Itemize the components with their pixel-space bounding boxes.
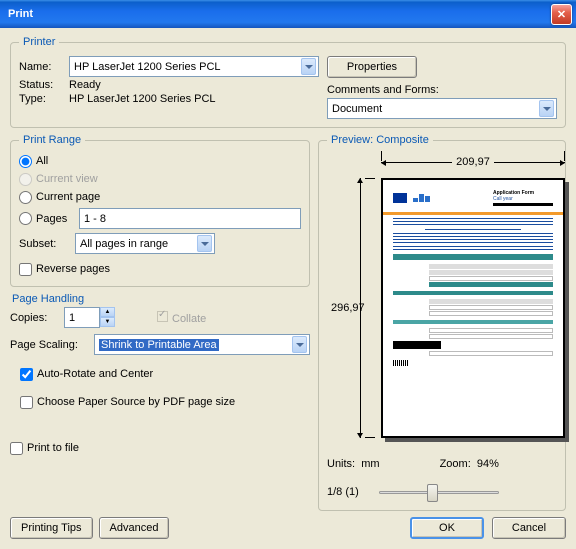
name-label: Name: (19, 61, 63, 73)
advanced-button[interactable]: Advanced (99, 517, 170, 539)
copies-spinner[interactable]: 1 ▲▼ (64, 307, 115, 328)
comments-label: Comments and Forms: (327, 84, 557, 96)
type-value: HP LaserJet 1200 Series PCL (69, 93, 216, 105)
window-title: Print (8, 8, 33, 20)
paper-source-checkbox[interactable]: Choose Paper Source by PDF page size (20, 393, 310, 411)
printer-name-select[interactable]: HP LaserJet 1200 Series PCL (69, 56, 319, 77)
status-label: Status: (19, 79, 63, 91)
eu-flag-icon (393, 193, 407, 203)
comments-select[interactable]: Document (327, 98, 557, 119)
collate-checkbox: Collate (157, 311, 206, 325)
scaling-value: Shrink to Printable Area (99, 339, 219, 351)
printer-legend: Printer (19, 36, 59, 48)
printer-name-value: HP LaserJet 1200 Series PCL (74, 61, 221, 73)
units-value: mm (361, 458, 379, 470)
print-range-group: Print Range All Current view Current pag… (10, 134, 310, 287)
scaling-label: Page Scaling: (10, 339, 88, 351)
reverse-pages-checkbox[interactable]: Reverse pages (19, 260, 301, 278)
zoom-value: 94% (477, 458, 499, 470)
radio-all[interactable]: All (19, 152, 301, 170)
print-to-file-checkbox[interactable]: Print to file (10, 439, 310, 457)
page-scaling-select[interactable]: Shrink to Printable Area (94, 334, 310, 355)
subset-label: Subset: (19, 238, 69, 250)
print-range-legend: Print Range (19, 134, 85, 146)
radio-pages[interactable]: Pages (19, 210, 73, 228)
chevron-down-icon (197, 235, 212, 252)
dim-height: 296,97 (345, 178, 375, 438)
preview-page: Application Form Call year (381, 178, 565, 438)
page-counter: 1/8 (1) (327, 486, 359, 498)
printing-tips-button[interactable]: Printing Tips (10, 517, 93, 539)
subset-select[interactable]: All pages in range (75, 233, 215, 254)
ok-button[interactable]: OK (410, 517, 484, 539)
page-slider[interactable] (379, 482, 499, 502)
status-value: Ready (69, 79, 101, 91)
chevron-down-icon (539, 100, 554, 117)
preview-group: Preview: Composite 209,97 296,97 (318, 134, 566, 511)
copies-label: Copies: (10, 312, 58, 324)
cancel-button[interactable]: Cancel (492, 517, 566, 539)
chevron-down-icon (301, 58, 316, 75)
preview-canvas: 209,97 296,97 (327, 152, 557, 452)
comments-value: Document (332, 103, 382, 115)
spin-down-icon[interactable]: ▼ (100, 317, 115, 327)
preview-legend: Preview: Composite (327, 134, 433, 146)
units-label: Units: (327, 458, 355, 470)
pages-input[interactable]: 1 - 8 (79, 208, 301, 229)
type-label: Type: (19, 93, 63, 105)
spin-up-icon[interactable]: ▲ (100, 307, 115, 317)
slider-thumb[interactable] (427, 484, 438, 502)
radio-current-view: Current view (19, 170, 301, 188)
zoom-label: Zoom: (440, 458, 471, 470)
title-bar: Print ✕ (0, 0, 576, 28)
radio-current-page[interactable]: Current page (19, 188, 301, 206)
dim-width: 209,97 (381, 156, 565, 168)
page-handling-legend: Page Handling (12, 293, 310, 305)
chevron-down-icon (292, 336, 307, 353)
printer-group: Printer Name: HP LaserJet 1200 Series PC… (10, 36, 566, 128)
subset-value: All pages in range (80, 238, 168, 250)
close-icon: ✕ (557, 8, 566, 21)
properties-button[interactable]: Properties (327, 56, 417, 78)
auto-rotate-checkbox[interactable]: Auto-Rotate and Center (20, 365, 310, 383)
close-button[interactable]: ✕ (551, 4, 572, 25)
logo-icon (413, 194, 433, 202)
